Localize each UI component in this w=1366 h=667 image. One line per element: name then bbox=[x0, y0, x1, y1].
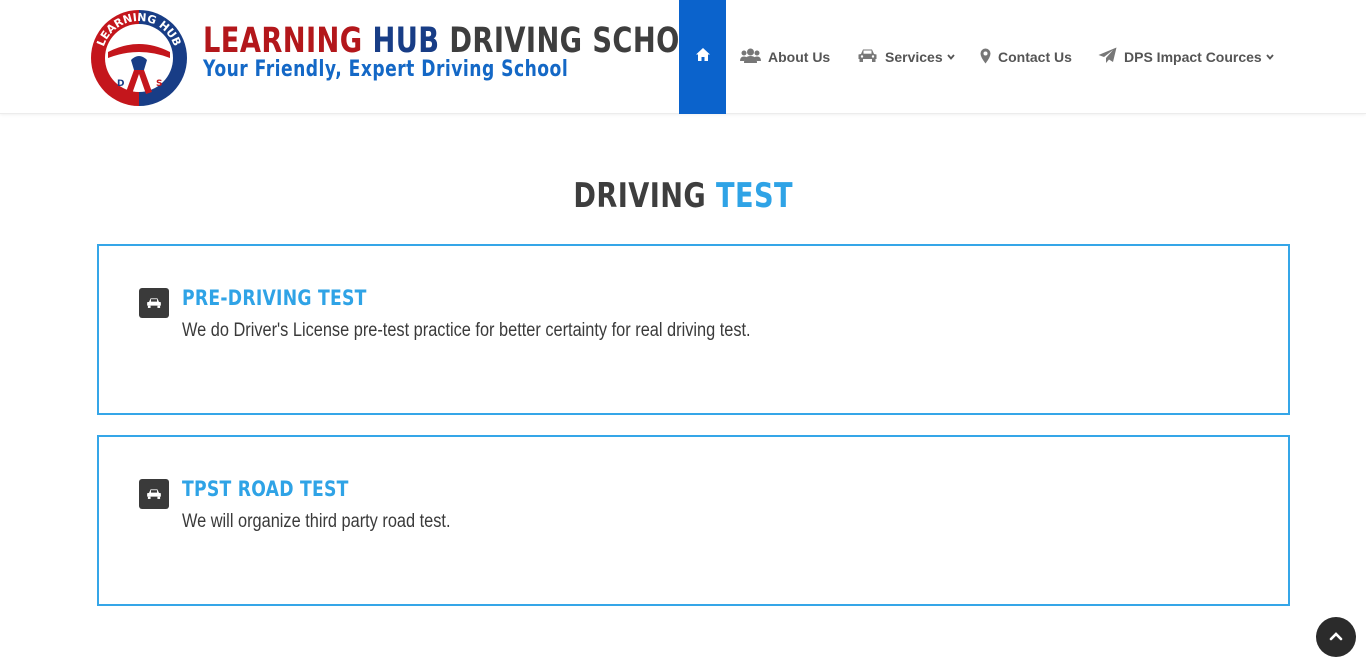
chevron-down-icon bbox=[946, 52, 962, 62]
nav-contact-us[interactable]: Contact Us bbox=[980, 44, 1072, 70]
car-icon bbox=[139, 288, 169, 318]
card-title[interactable]: PRE-DRIVING TEST bbox=[182, 286, 367, 310]
school-logo[interactable]: LEARNING HUB D S bbox=[86, 8, 192, 108]
home-icon bbox=[695, 47, 711, 67]
logo-letter-s: S bbox=[156, 79, 162, 89]
nav-services[interactable]: Services bbox=[857, 44, 962, 70]
card-description: We will organize third party road test. bbox=[182, 511, 451, 532]
nav-services-label: Services bbox=[885, 49, 943, 65]
logo-letter-d: D bbox=[117, 79, 124, 89]
section-heading: DRIVING TEST bbox=[0, 176, 1366, 216]
scroll-to-top-button[interactable] bbox=[1316, 617, 1356, 657]
brand-tagline: Your Friendly, Expert Driving School bbox=[203, 57, 569, 82]
section-heading-dark: DRIVING bbox=[573, 176, 706, 216]
service-card-pre-driving-test: PRE-DRIVING TEST We do Driver's License … bbox=[97, 244, 1290, 415]
card-title[interactable]: TPST ROAD TEST bbox=[182, 477, 349, 501]
nav-contact-us-label: Contact Us bbox=[998, 49, 1072, 65]
nav-dps-impact-cources[interactable]: DPS Impact Cources bbox=[1098, 44, 1281, 70]
brand-title-part1: LEARNING bbox=[203, 21, 363, 61]
map-marker-icon bbox=[980, 48, 998, 67]
card-description: We do Driver's License pre-test practice… bbox=[182, 320, 751, 341]
brand-title-part2: HUB bbox=[372, 21, 440, 61]
users-icon bbox=[740, 48, 768, 67]
site-header: LEARNING HUB D S LEARNING HUB DRIVING SC… bbox=[0, 0, 1366, 114]
service-card-tpst-road-test: TPST ROAD TEST We will organize third pa… bbox=[97, 435, 1290, 606]
car-icon bbox=[857, 48, 885, 66]
paper-plane-icon bbox=[1098, 47, 1124, 67]
car-icon bbox=[139, 479, 169, 509]
chevron-down-icon bbox=[1266, 52, 1281, 62]
nav-home-button[interactable] bbox=[679, 0, 726, 114]
nav-dps-impact-cources-label: DPS Impact Cources bbox=[1124, 49, 1262, 65]
nav-about-us-label: About Us bbox=[768, 49, 831, 65]
section-heading-accent: TEST bbox=[715, 176, 793, 216]
nav-about-us[interactable]: About Us bbox=[740, 44, 830, 70]
chevron-up-icon bbox=[1329, 628, 1343, 646]
